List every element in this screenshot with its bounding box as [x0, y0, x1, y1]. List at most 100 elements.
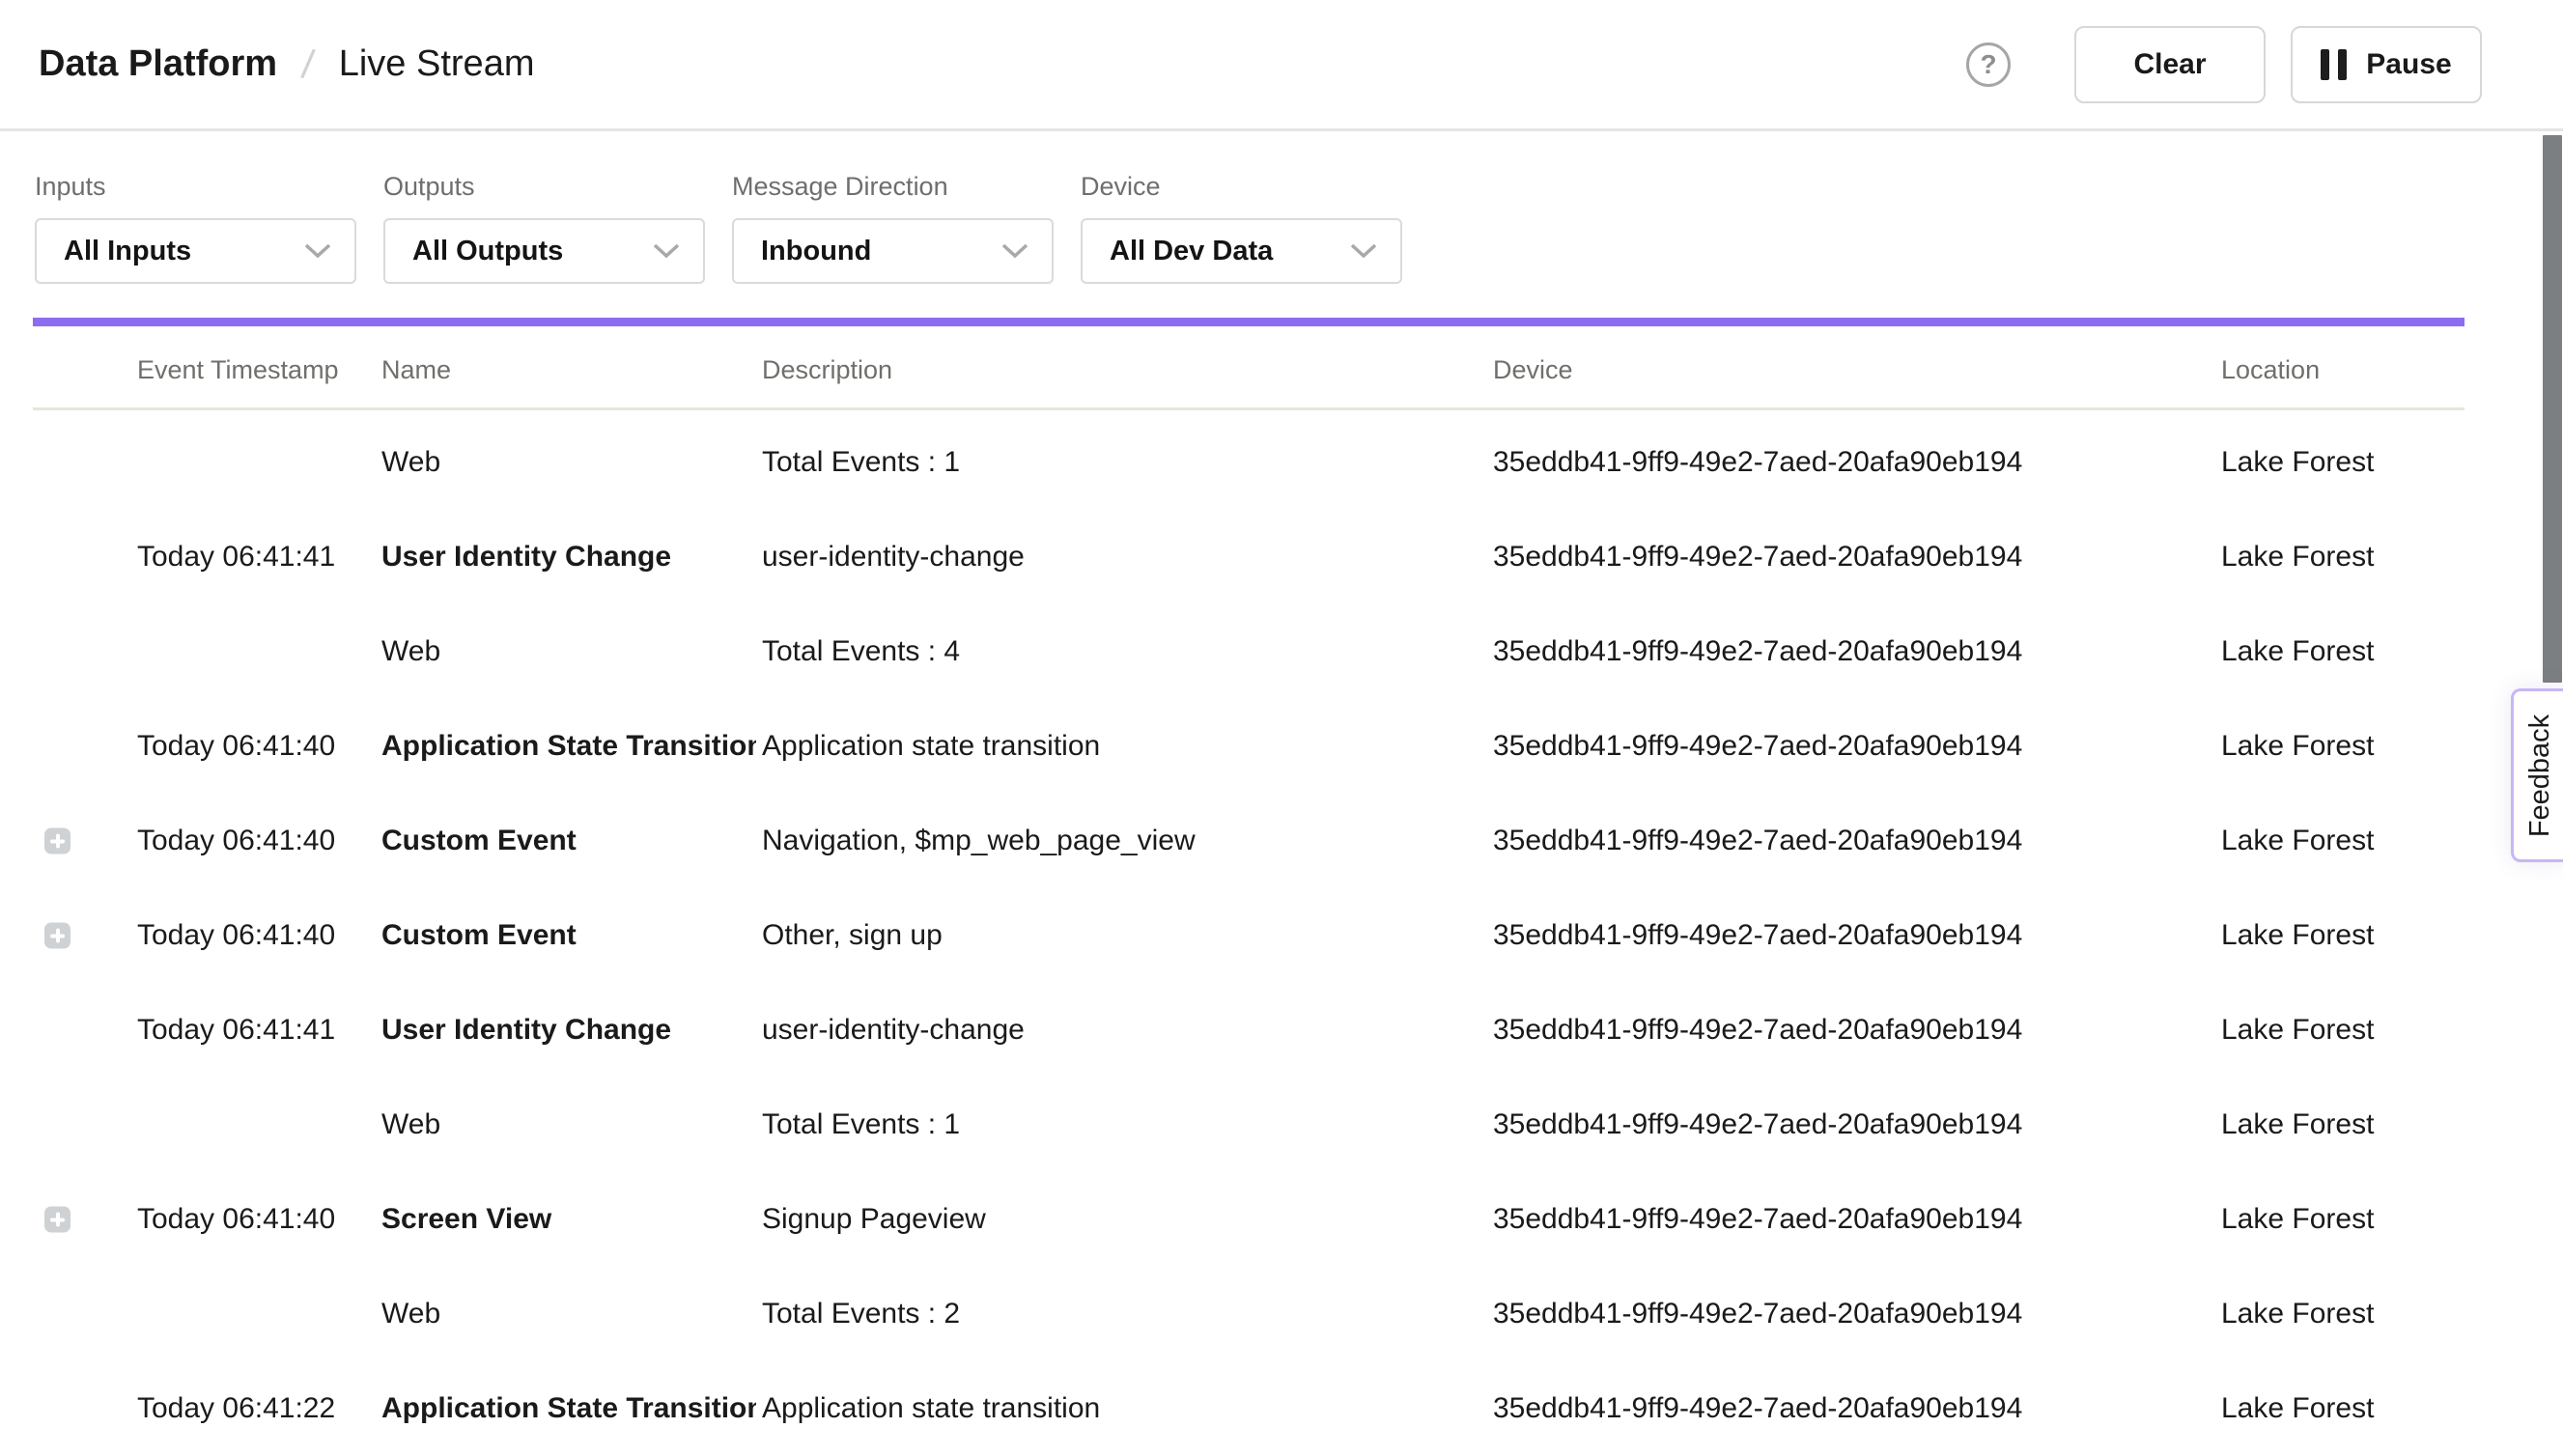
table-row[interactable]: Today 06:41:41 User Identity Change user… [0, 510, 2563, 604]
cell-device: 35eddb41-9ff9-49e2-7aed-20afa90eb194 [1493, 1203, 2212, 1236]
cell-location: Lake Forest [2221, 730, 2511, 763]
cell-timestamp: Today 06:41:41 [137, 541, 374, 574]
table-row[interactable]: Web Total Events : 1 35eddb41-9ff9-49e2-… [0, 1078, 2563, 1172]
column-header-device: Device [1493, 355, 2212, 385]
cell-name: User Identity Change [381, 1014, 756, 1047]
cell-location: Lake Forest [2221, 635, 2511, 668]
cell-name: Application State Transition [381, 1392, 756, 1425]
table-header: Event Timestamp Name Description Device … [0, 355, 2563, 409]
help-icon[interactable]: ? [1966, 42, 2011, 87]
filters-bar: Inputs All Inputs Outputs All Outputs Me… [35, 172, 1416, 284]
chevron-down-icon [304, 243, 331, 259]
chevron-down-icon [1001, 243, 1028, 259]
filter-device-label: Device [1081, 172, 1416, 202]
cell-name: Custom Event [381, 919, 756, 952]
accent-divider [33, 318, 2464, 326]
cell-device: 35eddb41-9ff9-49e2-7aed-20afa90eb194 [1493, 919, 2212, 952]
cell-description: Navigation, $mp_web_page_view [762, 825, 1481, 857]
cell-description: Total Events : 1 [762, 446, 1481, 479]
pause-button[interactable]: Pause [2291, 26, 2482, 103]
cell-location: Lake Forest [2221, 825, 2511, 857]
filter-inputs-label: Inputs [35, 172, 370, 202]
column-header-name: Name [381, 355, 756, 385]
table-header-rule [33, 407, 2464, 410]
table-row[interactable]: Today 06:41:22 Application State Transit… [0, 1361, 2563, 1456]
cell-name: Web [381, 635, 756, 668]
filter-message-direction-value: Inbound [761, 236, 871, 267]
cell-description: Other, sign up [762, 919, 1481, 952]
filter-message-direction-select[interactable]: Inbound [732, 218, 1054, 284]
chevron-down-icon [653, 243, 680, 259]
expand-row-button plus-icon[interactable] [44, 828, 70, 854]
cell-name: Web [381, 1108, 756, 1141]
filter-device: Device All Dev Data [1081, 172, 1416, 284]
filter-outputs-value: All Outputs [412, 236, 563, 267]
event-rows: Web Total Events : 1 35eddb41-9ff9-49e2-… [0, 415, 2563, 1456]
clear-button[interactable]: Clear [2074, 26, 2266, 103]
cell-timestamp: Today 06:41:40 [137, 825, 374, 857]
cell-name: User Identity Change [381, 541, 756, 574]
column-header-event-timestamp: Event Timestamp [137, 355, 374, 385]
cell-description: Total Events : 2 [762, 1298, 1481, 1330]
cell-location: Lake Forest [2221, 1014, 2511, 1047]
breadcrumb-section[interactable]: Data Platform [39, 43, 277, 85]
cell-timestamp: Today 06:41:22 [137, 1392, 374, 1425]
chevron-down-icon [1350, 243, 1377, 259]
cell-description: Total Events : 4 [762, 635, 1481, 668]
cell-device: 35eddb41-9ff9-49e2-7aed-20afa90eb194 [1493, 635, 2212, 668]
filter-inputs-select[interactable]: All Inputs [35, 218, 356, 284]
filter-outputs-select[interactable]: All Outputs [383, 218, 705, 284]
expand-row-button plus-icon[interactable] [44, 923, 70, 949]
cell-description: user-identity-change [762, 541, 1481, 574]
cell-device: 35eddb41-9ff9-49e2-7aed-20afa90eb194 [1493, 730, 2212, 763]
page-header: Data Platform / Live Stream ? Clear Paus… [0, 0, 2563, 131]
cell-description: user-identity-change [762, 1014, 1481, 1047]
header-actions: ? Clear Pause [1966, 26, 2482, 103]
table-row[interactable]: Today 06:41:40 Custom Event Navigation, … [0, 794, 2563, 888]
cell-description: Application state transition [762, 730, 1481, 763]
cell-device: 35eddb41-9ff9-49e2-7aed-20afa90eb194 [1493, 1298, 2212, 1330]
cell-device: 35eddb41-9ff9-49e2-7aed-20afa90eb194 [1493, 1108, 2212, 1141]
cell-name: Web [381, 1298, 756, 1330]
table-row[interactable]: Today 06:41:40 Screen View Signup Pagevi… [0, 1172, 2563, 1267]
cell-name: Web [381, 446, 756, 479]
table-row[interactable]: Today 06:41:40 Application State Transit… [0, 699, 2563, 794]
cell-device: 35eddb41-9ff9-49e2-7aed-20afa90eb194 [1493, 446, 2212, 479]
cell-name: Custom Event [381, 825, 756, 857]
cell-description: Total Events : 1 [762, 1108, 1481, 1141]
vertical-scrollbar-thumb[interactable] [2543, 135, 2562, 683]
filter-message-direction-label: Message Direction [732, 172, 1067, 202]
filter-inputs: Inputs All Inputs [35, 172, 370, 284]
filter-outputs: Outputs All Outputs [383, 172, 718, 284]
cell-timestamp: Today 06:41:40 [137, 919, 374, 952]
expand-row-button plus-icon[interactable] [44, 1207, 70, 1233]
table-row[interactable]: Web Total Events : 2 35eddb41-9ff9-49e2-… [0, 1267, 2563, 1361]
pause-icon [2321, 49, 2347, 80]
table-row[interactable]: Today 06:41:40 Custom Event Other, sign … [0, 888, 2563, 983]
table-row[interactable]: Web Total Events : 1 35eddb41-9ff9-49e2-… [0, 415, 2563, 510]
cell-timestamp: Today 06:41:40 [137, 1203, 374, 1236]
cell-device: 35eddb41-9ff9-49e2-7aed-20afa90eb194 [1493, 1014, 2212, 1047]
filter-message-direction: Message Direction Inbound [732, 172, 1067, 284]
table-row[interactable]: Today 06:41:41 User Identity Change user… [0, 983, 2563, 1078]
cell-location: Lake Forest [2221, 919, 2511, 952]
table-row[interactable]: Web Total Events : 4 35eddb41-9ff9-49e2-… [0, 604, 2563, 699]
cell-timestamp: Today 06:41:40 [137, 730, 374, 763]
cell-device: 35eddb41-9ff9-49e2-7aed-20afa90eb194 [1493, 1392, 2212, 1425]
cell-location: Lake Forest [2221, 1108, 2511, 1141]
breadcrumb-separator: / [299, 41, 317, 88]
filter-outputs-label: Outputs [383, 172, 718, 202]
filter-device-value: All Dev Data [1110, 236, 1273, 267]
cell-timestamp: Today 06:41:41 [137, 1014, 374, 1047]
cell-name: Screen View [381, 1203, 756, 1236]
cell-location: Lake Forest [2221, 1392, 2511, 1425]
filter-inputs-value: All Inputs [64, 236, 191, 267]
cell-location: Lake Forest [2221, 1298, 2511, 1330]
cell-device: 35eddb41-9ff9-49e2-7aed-20afa90eb194 [1493, 825, 2212, 857]
pause-button-label: Pause [2366, 48, 2451, 81]
clear-button-label: Clear [2133, 48, 2206, 81]
filter-device-select[interactable]: All Dev Data [1081, 218, 1402, 284]
cell-description: Application state transition [762, 1392, 1481, 1425]
cell-location: Lake Forest [2221, 446, 2511, 479]
feedback-tab[interactable]: Feedback [2511, 688, 2563, 862]
